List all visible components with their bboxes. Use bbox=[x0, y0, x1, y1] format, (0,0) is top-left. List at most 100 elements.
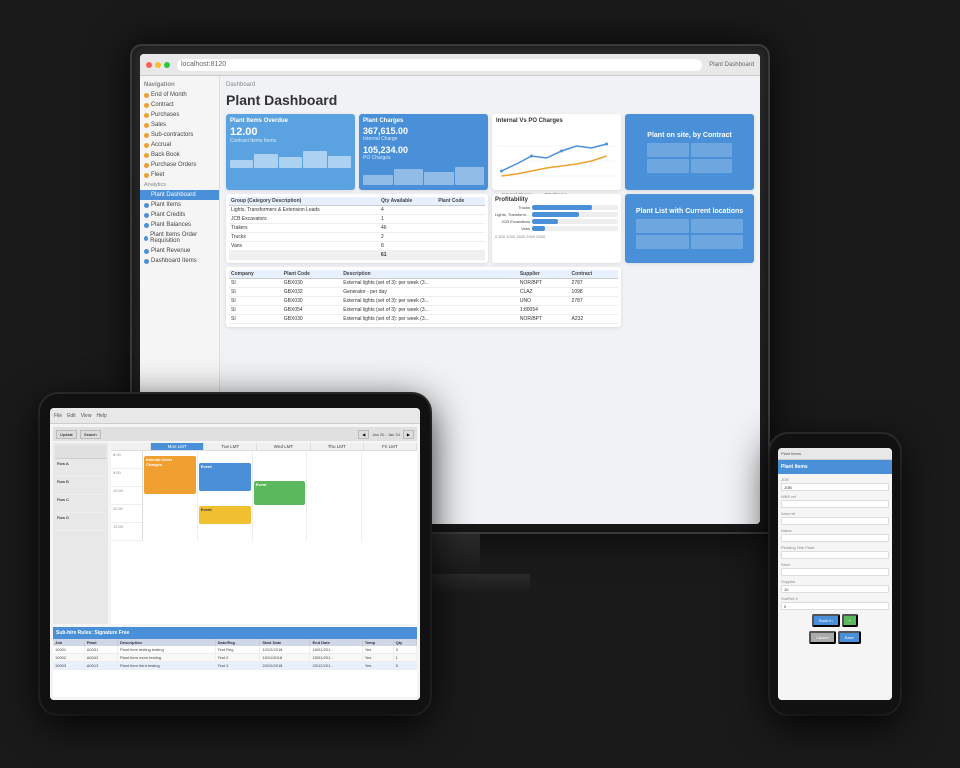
calendar-body: 8:00 9:00 10:00 11:00 12:00 Internal Ord… bbox=[111, 451, 417, 541]
phone-field-input-job[interactable]: JOB bbox=[781, 483, 889, 491]
sidebar-item-subcontractors[interactable]: Sub-contractors bbox=[140, 130, 219, 140]
sidebar-item-contract[interactable]: Contract bbox=[140, 100, 219, 110]
sidebar-item-dashboard-items[interactable]: Dashboard Items bbox=[140, 256, 219, 266]
profit-bar-fill-2 bbox=[532, 212, 579, 217]
toolbar-search-button[interactable]: Search bbox=[80, 430, 101, 439]
tablet-menu-edit[interactable]: Edit bbox=[67, 413, 76, 419]
col-company: Company bbox=[229, 270, 282, 279]
cal-event-green[interactable]: Event bbox=[254, 481, 306, 505]
table-row[interactable]: JCB Excavators 1 bbox=[229, 215, 485, 224]
phone-field-input-store[interactable] bbox=[781, 568, 889, 576]
profit-bar-row-4: Vans bbox=[495, 226, 618, 231]
profit-bar-row-1: Trucks bbox=[495, 205, 618, 210]
td-temp: Yes bbox=[362, 654, 393, 662]
table-row-3[interactable]: 10003 A0013 Plant Item third testing Tes… bbox=[53, 662, 417, 670]
row-code-total bbox=[436, 251, 485, 260]
phone-field-input-name[interactable] bbox=[781, 534, 889, 542]
cal-resource-row-2: Row B bbox=[55, 477, 106, 495]
sidebar-item-plant-credits[interactable]: Plant Credits bbox=[140, 210, 219, 220]
profit-bar-track-3 bbox=[532, 219, 618, 224]
table-row[interactable]: SI GBX030 External lights (set of 3): pe… bbox=[229, 297, 618, 306]
table-row[interactable]: SI GBX030 External lights (set of 3): pe… bbox=[229, 315, 618, 324]
td-desc: Plant Item more testing bbox=[117, 654, 215, 662]
sidebar-item-plant-items-order[interactable]: Plant Items Order Requisition bbox=[140, 230, 219, 246]
phone-field-input-supplier[interactable]: 10 bbox=[781, 585, 889, 593]
line-chart-area: — Internal Charge — PO Charge bbox=[496, 126, 617, 186]
table-row-2[interactable]: 10002 A0042 Plant Item more testing Test… bbox=[53, 654, 417, 662]
bottom-table: Company Plant Code Description Supplier … bbox=[229, 270, 618, 324]
cell-desc: External lights (set of 3): per week (3.… bbox=[341, 306, 518, 315]
table-row[interactable]: SI GBX030 External lights (set of 3): pe… bbox=[229, 279, 618, 288]
bar-4 bbox=[303, 151, 326, 168]
cal-event-blue[interactable]: Event bbox=[199, 463, 251, 491]
phone-field-subref: SubRef # 0 bbox=[781, 596, 889, 610]
td-reg: Test 2 bbox=[215, 654, 260, 662]
phone-field-wbs: WBS ref bbox=[781, 494, 889, 508]
phone-field-input-area[interactable] bbox=[781, 517, 889, 525]
table-row[interactable]: SI GBX032 Generator - per day CLAZ 1098 bbox=[229, 288, 618, 297]
td-job: 10003 bbox=[53, 662, 84, 670]
sidebar-item-plant-items[interactable]: Plant Items bbox=[140, 200, 219, 210]
book-in-button[interactable]: Book In bbox=[812, 614, 840, 627]
td-qty: 1 bbox=[393, 654, 416, 662]
toolbar-prev-button[interactable]: ◀ bbox=[358, 430, 369, 439]
sidebar-item-plant-dashboard[interactable]: Plant Dashboard bbox=[140, 190, 219, 200]
sidebar-item-accrual[interactable]: Accrual bbox=[140, 140, 219, 150]
sidebar-item-back-book[interactable]: Back Book bbox=[140, 150, 219, 160]
table-row[interactable]: Vans 8 bbox=[229, 242, 485, 251]
close-dot[interactable] bbox=[146, 62, 152, 68]
kpi-plant-contract-card: Plant on site, by Contract bbox=[625, 114, 754, 190]
browser-tab[interactable]: Plant Dashboard bbox=[709, 62, 754, 68]
phone-field-label-store: Store bbox=[781, 562, 889, 567]
phone-field-job: JOB JOB bbox=[781, 477, 889, 491]
dot-icon bbox=[144, 123, 149, 128]
profit-bar-fill-1 bbox=[532, 205, 592, 210]
phone-field-input-wbs[interactable] bbox=[781, 500, 889, 508]
row-group: Trailers bbox=[229, 224, 379, 233]
cal-event-yellow[interactable]: Event bbox=[199, 506, 251, 524]
phone-field-label-pending: Pending Hire Plant bbox=[781, 545, 889, 550]
sidebar-item-purchases[interactable]: Purchases bbox=[140, 110, 219, 120]
dot-icon bbox=[144, 173, 149, 178]
cell-desc: External lights (set of 3): per week (3.… bbox=[341, 279, 518, 288]
browser-address[interactable]: localhost:8120 bbox=[177, 59, 702, 71]
sidebar-item-plant-balances[interactable]: Plant Balances bbox=[140, 220, 219, 230]
add-button[interactable]: + bbox=[842, 614, 858, 627]
calendar-main: Mon LMT Tue LMT Wed LMT Thu LMT Fri LMT bbox=[111, 443, 417, 624]
tablet-menu-view[interactable]: View bbox=[81, 413, 92, 419]
plant-contract-title: Plant on site, by Contract bbox=[647, 132, 731, 139]
phone-field-input-pending[interactable] bbox=[781, 551, 889, 559]
sidebar-item-end-of-month[interactable]: End of Month bbox=[140, 90, 219, 100]
kpi-line-chart-card: Internal Vs PO Charges bbox=[492, 114, 621, 190]
toolbar-update-button[interactable]: Update bbox=[56, 430, 77, 439]
sidebar-item-purchase-orders[interactable]: Purchase Orders bbox=[140, 160, 219, 170]
col-plant-code: Plant Code bbox=[282, 270, 341, 279]
profit-bar-fill-4 bbox=[532, 226, 545, 231]
kpi-line-chart-title: Internal Vs PO Charges bbox=[496, 118, 617, 124]
td-desc: Plant Item third testing bbox=[117, 662, 215, 670]
cell-contract bbox=[570, 306, 618, 315]
profit-bar-label-1: Trucks bbox=[495, 205, 530, 210]
sidebar-item-plant-revenue[interactable]: Plant Revenue bbox=[140, 246, 219, 256]
maximize-dot[interactable] bbox=[164, 62, 170, 68]
tablet-menu-help[interactable]: Help bbox=[96, 413, 106, 419]
row-qty: 4 bbox=[379, 206, 436, 215]
sidebar-item-sales[interactable]: Sales bbox=[140, 120, 219, 130]
sidebar-item-fleet[interactable]: Fleet bbox=[140, 170, 219, 180]
toolbar-next-button[interactable]: ▶ bbox=[403, 430, 414, 439]
cell-supplier: NOR/BPT bbox=[518, 315, 570, 324]
grid-icon-2 bbox=[691, 143, 732, 157]
tablet-menu-file[interactable]: File bbox=[54, 413, 62, 419]
cal-event-orange[interactable]: Internal OrderCharges bbox=[144, 456, 196, 494]
cancel-button[interactable]: Cancel bbox=[809, 631, 835, 644]
phone-field-input-subref[interactable]: 0 bbox=[781, 602, 889, 610]
cal-day-thu: Thu LMT bbox=[311, 443, 364, 450]
kpi-charges-internal-value: 367,615.00 bbox=[363, 126, 484, 136]
table-row[interactable]: Lights, Transformers & Extension Leads 4 bbox=[229, 206, 485, 215]
save-button[interactable]: Save bbox=[838, 631, 861, 644]
table-row[interactable]: Trucks 2 bbox=[229, 233, 485, 242]
minimize-dot[interactable] bbox=[155, 62, 161, 68]
table-row[interactable]: SI GBX054 External lights (set of 3): pe… bbox=[229, 306, 618, 315]
table-row[interactable]: Trailers 46 bbox=[229, 224, 485, 233]
table-row-1[interactable]: 10001 A0031 Plant Item testing testing T… bbox=[53, 646, 417, 654]
